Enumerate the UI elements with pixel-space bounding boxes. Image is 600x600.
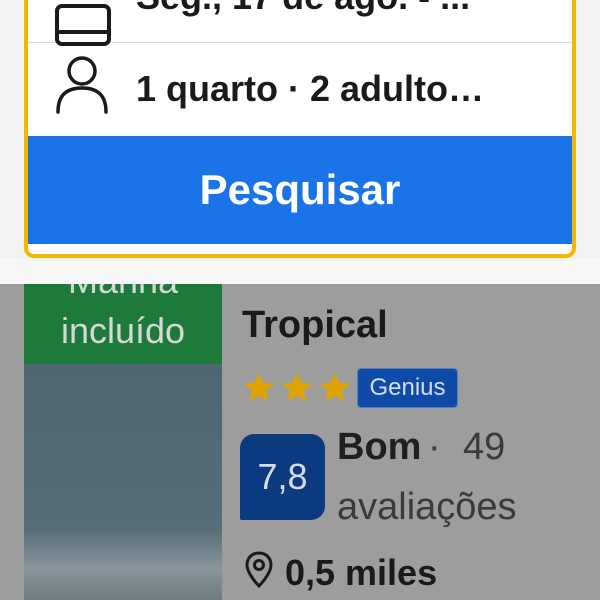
review-count-label: avaliações <box>337 486 517 528</box>
review-score-badge: 7,8 <box>240 434 325 520</box>
guests-field[interactable]: 1 quarto · 2 adulto… <box>28 42 572 136</box>
distance-text: 0,5 miles <box>285 552 438 593</box>
map-pin-icon <box>244 550 274 595</box>
genius-badge: Genius <box>357 368 458 408</box>
search-form: Seg., 17 de ago. - ... 1 quarto · 2 adul… <box>24 0 576 258</box>
photo-waves <box>24 530 222 600</box>
date-range-field[interactable]: Seg., 17 de ago. - ... <box>28 0 572 46</box>
star-icon <box>244 373 274 402</box>
star-icon <box>320 373 350 402</box>
badge-line-2: incluído <box>60 310 186 351</box>
section-divider <box>0 258 600 284</box>
search-button[interactable]: Pesquisar <box>28 136 572 244</box>
hotel-name[interactable]: Tropical <box>242 304 388 347</box>
date-range-text: Seg., 17 de ago. - ... <box>136 0 470 18</box>
review-score-label: Bom <box>337 426 422 468</box>
guests-text: 1 quarto · 2 adulto… <box>136 68 485 109</box>
property-card[interactable]: Manhã incluído Tropical Genius 7,8 Bom ·… <box>0 284 600 600</box>
review-count: 49 <box>463 426 506 468</box>
badge-line-1: Manhã <box>24 284 222 302</box>
star-rating <box>240 370 354 406</box>
star-icon <box>282 373 312 402</box>
score-separator: · <box>428 426 441 468</box>
person-icon <box>54 54 114 123</box>
breakfast-included-badge: Manhã incluído <box>24 284 222 364</box>
